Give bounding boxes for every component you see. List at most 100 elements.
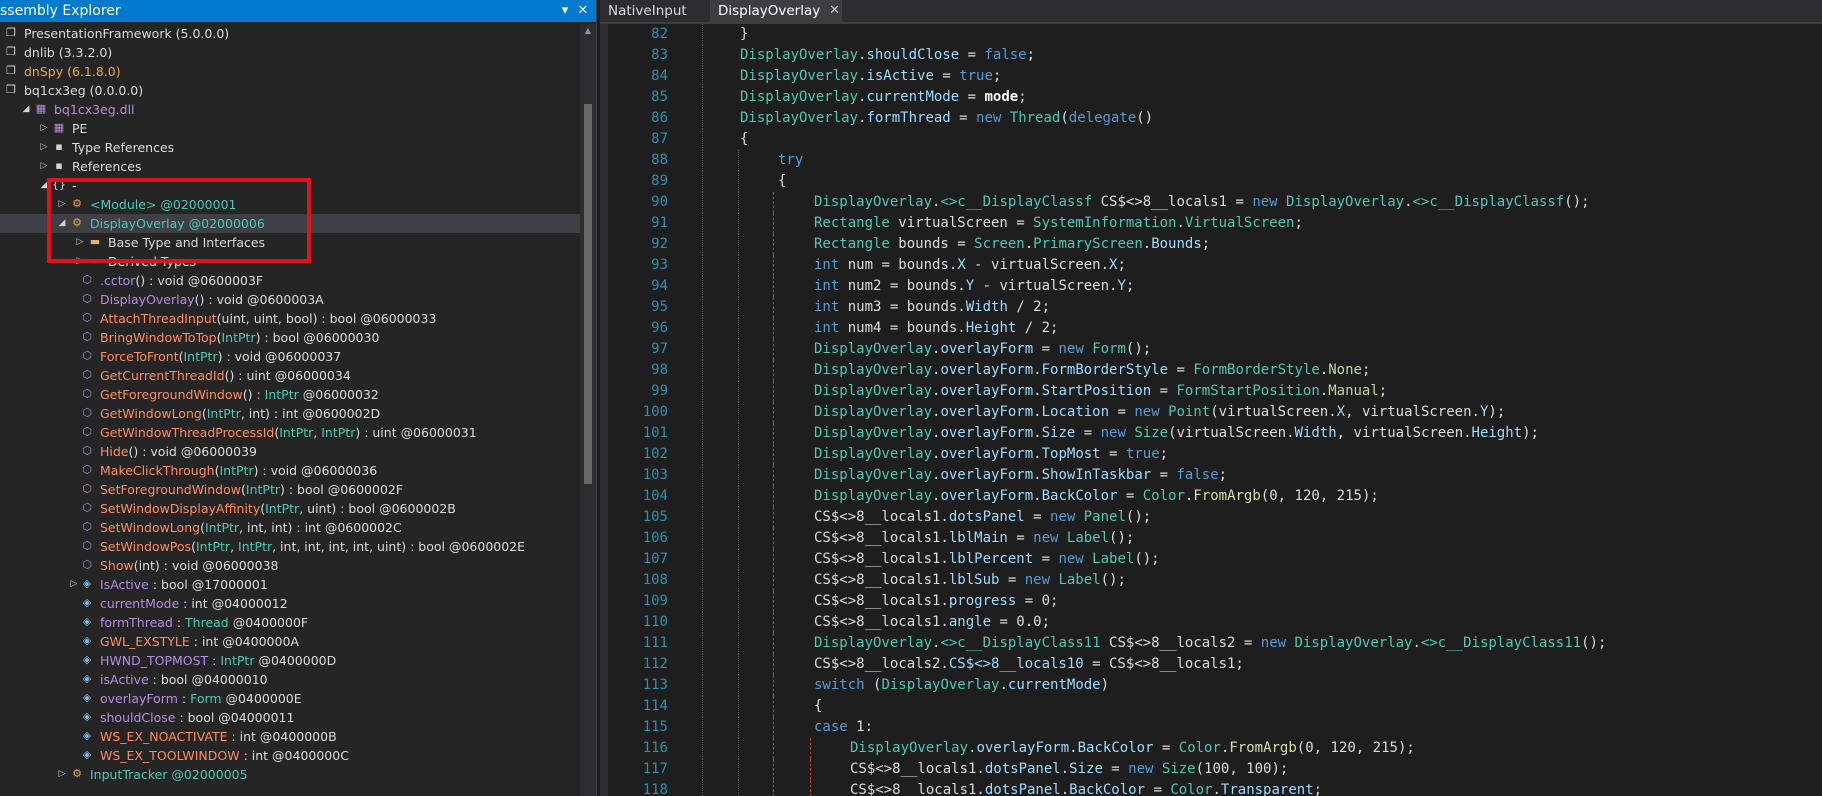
member-item[interactable]: ◈ isActive : bool @04000010: [0, 670, 580, 689]
code-line: 94 int num2 = bounds.Y - virtualScreen.Y;: [608, 276, 1822, 297]
method-icon: ⬡: [82, 501, 92, 514]
member-item[interactable]: ◈ GWL_EXSTYLE : int @0400000A: [0, 632, 580, 651]
member-item[interactable]: ⬡ BringWindowToTop(IntPtr) : bool @060000…: [0, 328, 580, 347]
expand-arrow-icon[interactable]: ▷: [56, 765, 68, 784]
member-item[interactable]: ⬡ ForceToFront(IntPtr) : void @06000037: [0, 347, 580, 366]
field-icon: ◈: [82, 653, 92, 666]
assembly-icon: ❐: [6, 26, 16, 39]
line-number: 102: [642, 446, 668, 462]
member-item[interactable]: ◈ currentMode : int @04000012: [0, 594, 580, 613]
line-number: 101: [642, 425, 668, 441]
tree-item[interactable]: ▷ ▪ Type References: [0, 138, 580, 157]
line-number: 89: [651, 173, 668, 189]
member-item[interactable]: ⬡ DisplayOverlay() : void @0600003A: [0, 290, 580, 309]
method-icon: ⬡: [82, 482, 92, 495]
expand-arrow-icon[interactable]: ▷: [68, 575, 80, 594]
code-text: int num4 = bounds.Height / 2;: [814, 320, 1059, 336]
member-item[interactable]: ◈ overlayForm : Form @0400000E: [0, 689, 580, 708]
method-icon: ⬡: [82, 368, 92, 381]
code-line: 88 try: [608, 150, 1822, 171]
class-icon: ⚙: [72, 767, 82, 780]
module-icon: ▦: [53, 121, 65, 134]
member-item[interactable]: ⬡ AttachThreadInput(uint, uint, bool) : b…: [0, 309, 580, 328]
tab-label: DisplayOverlay: [718, 3, 821, 19]
line-number: 117: [642, 761, 668, 777]
code-text: DisplayOverlay.overlayForm.Location = ne…: [814, 404, 1506, 420]
code-line: 99 DisplayOverlay.overlayForm.StartPositi…: [608, 381, 1822, 402]
line-number: 111: [642, 635, 668, 651]
tab-nativeinput[interactable]: NativeInput: [600, 0, 692, 22]
tree-item-label: bq1cx3eg.dll: [54, 102, 135, 117]
line-number: 116: [642, 740, 668, 756]
member-item[interactable]: ⬡ .cctor() : void @0600003F: [0, 271, 580, 290]
member-item[interactable]: ◈ WS_EX_NOACTIVATE : int @0400000B: [0, 727, 580, 746]
assembly-tree[interactable]: ❐ PresentationFramework (5.0.0.0) ❐ dnlib (…: [0, 24, 580, 796]
code-text: CS$<>8__locals1.angle = 0.0;: [814, 614, 1051, 630]
code-text: CS$<>8__locals1.progress = 0;: [814, 593, 1059, 609]
tree-item[interactable]: ❐ PresentationFramework (5.0.0.0): [0, 24, 580, 43]
expand-arrow-icon[interactable]: ◢: [20, 100, 32, 119]
tree-item[interactable]: ▷ ▦ PE: [0, 119, 580, 138]
expand-arrow-icon[interactable]: ▷: [38, 157, 50, 176]
member-item[interactable]: ◈ formThread : Thread @0400000F: [0, 613, 580, 632]
member-label: WS_EX_TOOLWINDOW : int @0400000C: [100, 748, 349, 763]
code-line: 85 DisplayOverlay.currentMode = mode;: [608, 87, 1822, 108]
line-number: 110: [642, 614, 668, 630]
tree-item[interactable]: ❐ bq1cx3eg (0.0.0.0): [0, 81, 580, 100]
method-icon: ⬡: [82, 311, 92, 324]
assembly-icon: ❐: [6, 45, 16, 58]
member-label: GWL_EXSTYLE : int @0400000A: [100, 634, 299, 649]
code-text: CS$<>8__locals1.lblSub = new Label();: [814, 572, 1126, 588]
member-item[interactable]: ▷ ◈ IsActive : bool @17000001: [0, 575, 580, 594]
code-line: 96 int num4 = bounds.Height / 2;: [608, 318, 1822, 339]
member-item[interactable]: ⬡ SetWindowLong(IntPtr, int, int) : int @…: [0, 518, 580, 537]
member-item[interactable]: ◈ shouldClose : bool @04000011: [0, 708, 580, 727]
code-text: DisplayOverlay.formThread = new Thread(d…: [740, 110, 1154, 126]
code-line: 106 CS$<>8__locals1.lblMain = new Label()…: [608, 528, 1822, 549]
red-highlight-box: [47, 178, 311, 263]
member-item[interactable]: ◈ WS_EX_TOOLWINDOW : int @0400000C: [0, 746, 580, 765]
tab-displayoverlay[interactable]: DisplayOverlay ✕: [710, 0, 842, 22]
code-line: 110 CS$<>8__locals1.angle = 0.0;: [608, 612, 1822, 633]
member-item[interactable]: ⬡ GetCurrentThreadId() : uint @06000034: [0, 366, 580, 385]
code-line: 102 DisplayOverlay.overlayForm.TopMost = …: [608, 444, 1822, 465]
tree-item[interactable]: ❐ dnlib (3.3.2.0): [0, 43, 580, 62]
method-icon: ⬡: [82, 349, 92, 362]
member-label: GetWindowLong(IntPtr, int) : int @060000…: [100, 406, 381, 421]
code-text: DisplayOverlay.currentMode = mode;: [740, 89, 1027, 105]
expand-arrow-icon[interactable]: ▷: [38, 119, 50, 138]
member-item[interactable]: ⬡ MakeClickThrough(IntPtr) : void @060000…: [0, 461, 580, 480]
member-item[interactable]: ⬡ GetForegroundWindow() : IntPtr @0600003…: [0, 385, 580, 404]
code-text: int num2 = bounds.Y - virtualScreen.Y;: [814, 278, 1135, 294]
tree-item[interactable]: ◢ ▦ bq1cx3eg.dll: [0, 100, 580, 119]
member-item[interactable]: ⬡ SetForegroundWindow(IntPtr) : bool @060…: [0, 480, 580, 499]
tree-item-label: InputTracker @02000005: [90, 767, 248, 782]
line-number: 112: [642, 656, 668, 672]
member-item[interactable]: ⬡ Hide() : void @06000039: [0, 442, 580, 461]
line-number: 86: [651, 110, 668, 126]
scroll-up-icon[interactable]: ▲: [580, 24, 596, 38]
member-item[interactable]: ◈ HWND_TOPMOST : IntPtr @0400000D: [0, 651, 580, 670]
tree-item[interactable]: ▷ ⚙ InputTracker @02000005: [0, 765, 580, 784]
expand-arrow-icon[interactable]: ▷: [38, 138, 50, 157]
member-item[interactable]: ⬡ SetWindowPos(IntPtr, IntPtr, int, int, …: [0, 537, 580, 556]
line-number: 90: [651, 194, 668, 210]
dropdown-icon[interactable]: ▾: [556, 0, 574, 22]
member-item[interactable]: ⬡ Show(int) : void @06000038: [0, 556, 580, 575]
code-line: 92 Rectangle bounds = Screen.PrimaryScree…: [608, 234, 1822, 255]
code-line: 83 DisplayOverlay.shouldClose = false;: [608, 45, 1822, 66]
member-label: MakeClickThrough(IntPtr) : void @0600003…: [100, 463, 378, 478]
member-label: WS_EX_NOACTIVATE : int @0400000B: [100, 729, 337, 744]
member-item[interactable]: ⬡ GetWindowThreadProcessId(IntPtr, IntPtr…: [0, 423, 580, 442]
code-view[interactable]: 82} 83 DisplayOverlay.shouldClose = false;…: [608, 24, 1822, 796]
scrollbar-thumb[interactable]: [584, 104, 592, 484]
member-item[interactable]: ⬡ GetWindowLong(IntPtr, int) : int @06000…: [0, 404, 580, 423]
close-icon[interactable]: ✕: [574, 0, 592, 22]
tree-item[interactable]: ❐ dnSpy (6.1.8.0): [0, 62, 580, 81]
method-icon: ⬡: [82, 558, 92, 571]
line-number: 100: [642, 404, 668, 420]
close-tab-icon[interactable]: ✕: [829, 0, 840, 22]
tree-scrollbar[interactable]: ▲: [580, 24, 596, 796]
tree-item[interactable]: ▷ ▪ References: [0, 157, 580, 176]
member-item[interactable]: ⬡ SetWindowDisplayAffinity(IntPtr, uint) …: [0, 499, 580, 518]
